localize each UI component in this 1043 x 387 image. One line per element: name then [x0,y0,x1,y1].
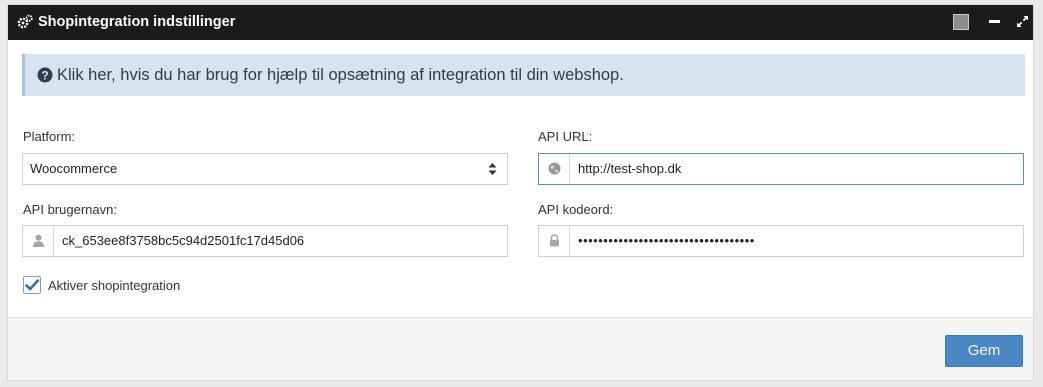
minimize-icon[interactable] [989,20,1000,23]
help-link-text[interactable]: Klik her, hvis du har brug for hjælp til… [57,54,624,96]
api-url-addon [539,154,570,184]
api-url-label: API URL: [538,129,593,144]
user-icon [33,234,44,247]
save-button[interactable]: Gem [945,335,1023,367]
panel-header: Shopintegration indstillinger [8,5,1033,40]
api-password-label: API kodeord: [538,202,614,217]
api-url-field[interactable]: http://test-shop.dk [538,153,1024,185]
svg-text:?: ? [41,68,48,82]
platform-label: Platform: [23,129,76,144]
expand-icon[interactable] [1016,15,1029,28]
gears-icon [17,14,33,29]
platform-value: Woocommerce [30,161,118,176]
checkmark-icon [25,279,40,291]
api-user-value: ck_653ee8f3758bc5c94d2501fc17d45d06 [62,233,305,248]
lock-icon [550,234,559,247]
api-user-addon [23,226,54,256]
api-password-addon [539,226,570,256]
api-user-label: API brugernavn: [23,202,117,217]
api-password-value: ••••••••••••••••••••••••••••••••••• [578,233,755,248]
api-user-field[interactable]: ck_653ee8f3758bc5c94d2501fc17d45d06 [22,225,508,257]
activate-checkbox[interactable] [23,276,41,294]
question-circle-icon: ? [37,67,53,83]
api-url-value: http://test-shop.dk [578,161,682,176]
select-arrows-icon [488,163,497,175]
panel-title: Shopintegration indstillinger [38,14,236,30]
restore-icon[interactable] [953,14,969,30]
activate-label[interactable]: Aktiver shopintegration [48,278,180,293]
platform-select[interactable]: Woocommerce [22,153,508,185]
settings-panel: Shopintegration indstillinger ? Klik her… [7,4,1034,381]
panel-footer: Gem [8,317,1033,380]
globe-icon [548,162,561,175]
api-password-field[interactable]: ••••••••••••••••••••••••••••••••••• [538,225,1024,257]
help-alert[interactable]: ? Klik her, hvis du har brug for hjælp t… [22,54,1025,96]
